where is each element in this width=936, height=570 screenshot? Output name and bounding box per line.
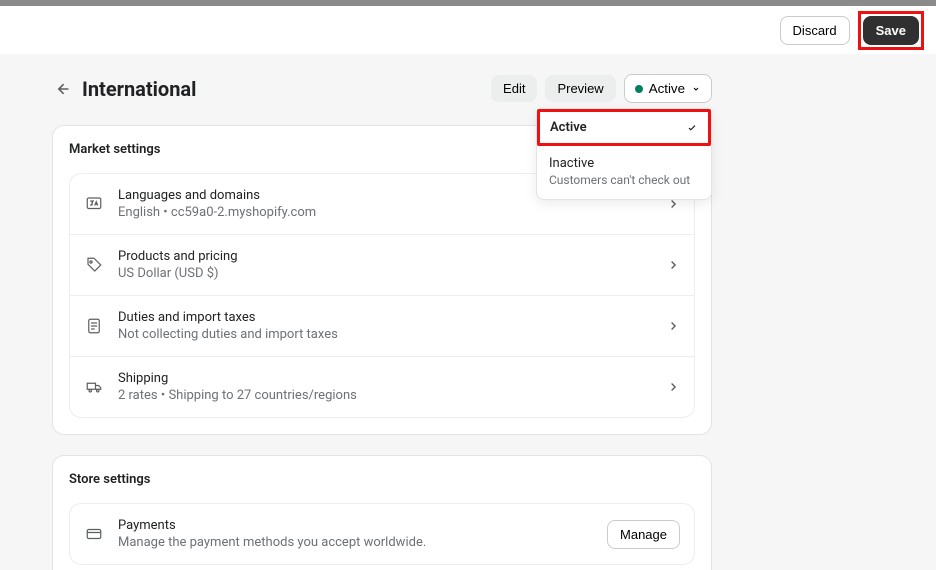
page-title: International: [82, 77, 196, 101]
dropdown-option-inactive[interactable]: Inactive Customers can't check out: [537, 146, 711, 199]
page-body: International Edit Preview Active Active: [0, 54, 936, 570]
row-shipping[interactable]: Shipping 2 rates • Shipping to 27 countr…: [70, 356, 694, 417]
store-settings-card: Store settings Payments Manage the payme…: [52, 455, 712, 570]
manage-button[interactable]: Manage: [607, 520, 680, 549]
top-bar: Discard Save: [0, 6, 936, 54]
dropdown-inactive-sub: Customers can't check out: [549, 173, 699, 187]
dropdown-option-active[interactable]: Active: [537, 109, 711, 146]
row-heading: Shipping: [118, 371, 652, 386]
pricetag-icon: [84, 255, 104, 275]
row-heading: Duties and import taxes: [118, 310, 652, 325]
status-dot-icon: [635, 85, 643, 93]
dropdown-inactive-label: Inactive: [549, 156, 699, 171]
row-sub: US Dollar (USD $): [118, 266, 652, 281]
chevron-down-icon: [691, 84, 701, 94]
status-dropdown-menu: Active Inactive Customers can't check ou…: [536, 108, 712, 200]
page-header: International Edit Preview Active Active: [52, 74, 712, 103]
card-icon: [84, 524, 104, 544]
status-label: Active: [649, 81, 685, 96]
row-sub: Not collecting duties and import taxes: [118, 327, 652, 342]
discard-button[interactable]: Discard: [780, 16, 850, 45]
dropdown-active-label: Active: [550, 120, 587, 135]
save-button-highlight: Save: [858, 11, 924, 50]
status-dropdown-button[interactable]: Active: [624, 74, 712, 103]
preview-button[interactable]: Preview: [545, 75, 615, 102]
row-duties-taxes[interactable]: Duties and import taxes Not collecting d…: [70, 295, 694, 356]
row-heading: Payments: [118, 518, 593, 533]
row-payments: Payments Manage the payment methods you …: [70, 504, 694, 564]
edit-button[interactable]: Edit: [491, 75, 537, 102]
save-button[interactable]: Save: [863, 16, 919, 45]
back-arrow-icon[interactable]: [52, 79, 72, 99]
store-settings-title: Store settings: [53, 456, 711, 495]
row-sub: English • cc59a0-2.myshopify.com: [118, 205, 652, 220]
row-heading: Products and pricing: [118, 249, 652, 264]
row-products-pricing[interactable]: Products and pricing US Dollar (USD $): [70, 234, 694, 295]
header-actions: Edit Preview Active Active Inactive Cust…: [491, 74, 712, 103]
check-icon: [686, 122, 698, 134]
row-sub: Manage the payment methods you accept wo…: [118, 535, 593, 550]
chevron-right-icon: [666, 258, 680, 272]
chevron-right-icon: [666, 380, 680, 394]
receipt-icon: [84, 316, 104, 336]
language-icon: [84, 194, 104, 214]
chevron-right-icon: [666, 319, 680, 333]
row-sub: 2 rates • Shipping to 27 countries/regio…: [118, 388, 652, 403]
truck-icon: [84, 377, 104, 397]
